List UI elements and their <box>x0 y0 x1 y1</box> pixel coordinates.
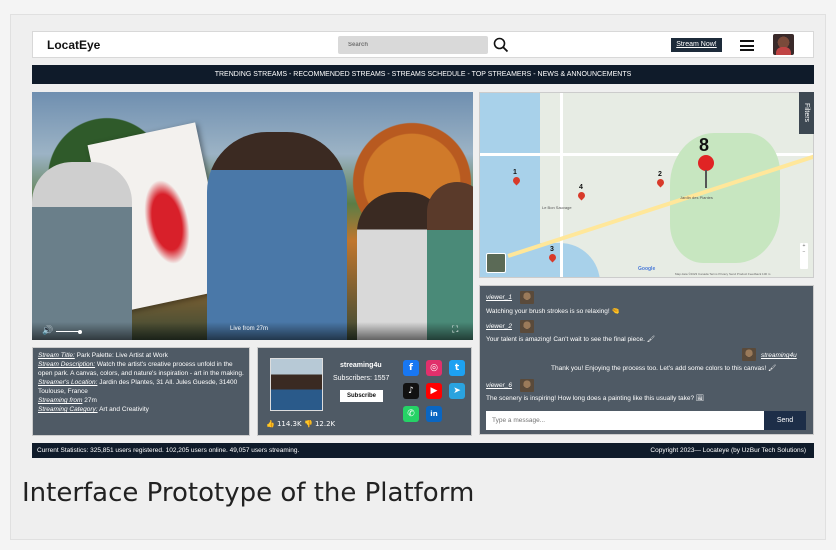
streamer-photo[interactable] <box>270 358 323 411</box>
map-pin-icon[interactable] <box>576 190 587 201</box>
chat-message: Thank you! Enjoying the process too. Let… <box>551 365 777 372</box>
live-duration: Live from 27m <box>230 326 269 332</box>
streaming-from-value: 27m <box>82 396 97 404</box>
telegram-icon[interactable]: ➤ <box>449 383 465 399</box>
streamer-location-label: Streamer's Location: <box>38 379 98 387</box>
thumbs-down-icon: 👎 <box>304 420 313 428</box>
chat-username[interactable]: viewer_6 <box>486 382 512 389</box>
video-scene-person <box>32 162 132 340</box>
streamer-card: streaming4u Subscribers: 1557 Subscribe … <box>257 347 472 436</box>
map-pin-label: 2 <box>658 171 662 178</box>
dislike-button[interactable]: 👎 12.2K <box>304 420 335 428</box>
facebook-icon[interactable]: f <box>403 360 419 376</box>
streaming-category-label: Streaming Category: <box>38 406 98 414</box>
chat-avatar <box>742 348 756 361</box>
stream-info-panel: Stream Title: Park Palette: Live Artist … <box>32 347 250 436</box>
chat-message: Watching your brush strokes is so relaxi… <box>486 308 620 315</box>
video-scene-person <box>427 182 473 340</box>
main-navigation[interactable]: TRENDING STREAMS - RECOMMENDED STREAMS -… <box>32 65 814 84</box>
streamer-location-row: Streamer's Location: Jardin des Plantes,… <box>38 379 244 396</box>
twitter-icon[interactable]: t <box>449 360 465 376</box>
chat-message-input[interactable] <box>486 411 764 430</box>
video-controls: 🔊 Live from 27m ⛶ <box>32 322 473 340</box>
stream-description-label: Stream Description: <box>38 361 96 369</box>
user-avatar[interactable] <box>773 34 794 55</box>
streaming-category-row: Streaming Category: Art and Creativity <box>38 406 244 415</box>
stream-now-button[interactable]: Stream Now! <box>671 38 722 52</box>
volume-slider[interactable] <box>56 329 82 334</box>
tiktok-icon[interactable]: ♪ <box>403 383 419 399</box>
stream-title-value: Park Palette: Live Artist at Work <box>74 352 168 359</box>
map-pin-label: 8 <box>699 135 710 155</box>
like-button[interactable]: 👍 114.3K <box>266 420 302 428</box>
chat-avatar <box>520 379 534 392</box>
map-pin-label: 4 <box>579 184 583 191</box>
header-bar: LocatEye Stream Now! <box>32 31 814 58</box>
instagram-icon[interactable]: ◎ <box>426 360 442 376</box>
youtube-icon[interactable]: ▶ <box>426 383 442 399</box>
chat-avatar <box>520 320 534 333</box>
map-place-label: Le Bon Sauvage <box>542 205 572 210</box>
map-zoom-controls[interactable]: + − <box>800 243 808 269</box>
send-button[interactable]: Send <box>764 411 806 430</box>
streaming-from-label: Streaming from <box>38 396 83 404</box>
current-statistics: Current Statistics: 325,851 users regist… <box>37 447 300 454</box>
chat-message: Your talent is amazing! Can't wait to se… <box>486 336 655 343</box>
stream-description-row: Stream Description: Watch the artist's c… <box>38 361 244 378</box>
figure-caption: Interface Prototype of the Platform <box>22 478 475 508</box>
like-count: 114.3K <box>276 420 302 428</box>
streaming-from-row: Streaming from 27m <box>38 397 244 406</box>
copyright-text: Copyright 2023— Locateye (by UzBur Tech … <box>650 447 806 454</box>
map-attribution: Map data ©2023 Canada Terms Privacy Send… <box>675 272 771 276</box>
map-pin-label: 1 <box>513 169 517 176</box>
whatsapp-icon[interactable]: ✆ <box>403 406 419 422</box>
chat-username[interactable]: streaming4u <box>761 352 797 359</box>
map-pin-label: 3 <box>550 246 554 253</box>
map-google-logo: Google <box>638 266 656 272</box>
app-logo[interactable]: LocatEye <box>47 38 100 52</box>
location-map[interactable]: Jardin des Plantes Le Bon Sauvage 1 2 3 … <box>479 92 814 278</box>
video-scene-person <box>207 132 347 340</box>
map-layers-button[interactable] <box>486 253 506 273</box>
subscriber-count: Subscribers: 1557 <box>333 375 390 382</box>
chat-avatar <box>520 291 534 304</box>
thumbs-up-icon: 👍 <box>266 420 275 428</box>
status-footer: Current Statistics: 325,851 users regist… <box>32 443 814 458</box>
fullscreen-icon[interactable]: ⛶ <box>452 325 462 335</box>
chat-username[interactable]: viewer_1 <box>486 294 512 301</box>
volume-icon[interactable]: 🔊 <box>42 326 53 336</box>
dislike-count: 12.2K <box>314 420 336 428</box>
streamer-location-pin-icon[interactable] <box>698 155 714 188</box>
hamburger-menu-icon[interactable] <box>740 40 754 51</box>
video-player[interactable]: 🔊 Live from 27m ⛶ <box>32 92 473 340</box>
streaming-category-value: Art and Creativity <box>97 406 149 414</box>
map-place-label: Jardin des Plantes <box>680 195 713 200</box>
streamer-name[interactable]: streaming4u <box>340 362 382 369</box>
stream-title-row: Stream Title: Park Palette: Live Artist … <box>38 352 244 361</box>
chat-username[interactable]: viewer_2 <box>486 323 512 330</box>
map-filters-tab[interactable]: Filters <box>799 92 814 134</box>
search-icon[interactable] <box>492 36 510 54</box>
stream-title-label: Stream Title: <box>38 352 75 359</box>
linkedin-icon[interactable]: in <box>426 406 442 422</box>
chat-message: The scenery is inspiring! How long does … <box>486 395 705 402</box>
map-pin-icon[interactable] <box>655 177 666 188</box>
map-road <box>560 93 563 277</box>
search-input[interactable] <box>338 36 488 54</box>
subscribe-button[interactable]: Subscribe <box>340 390 383 402</box>
